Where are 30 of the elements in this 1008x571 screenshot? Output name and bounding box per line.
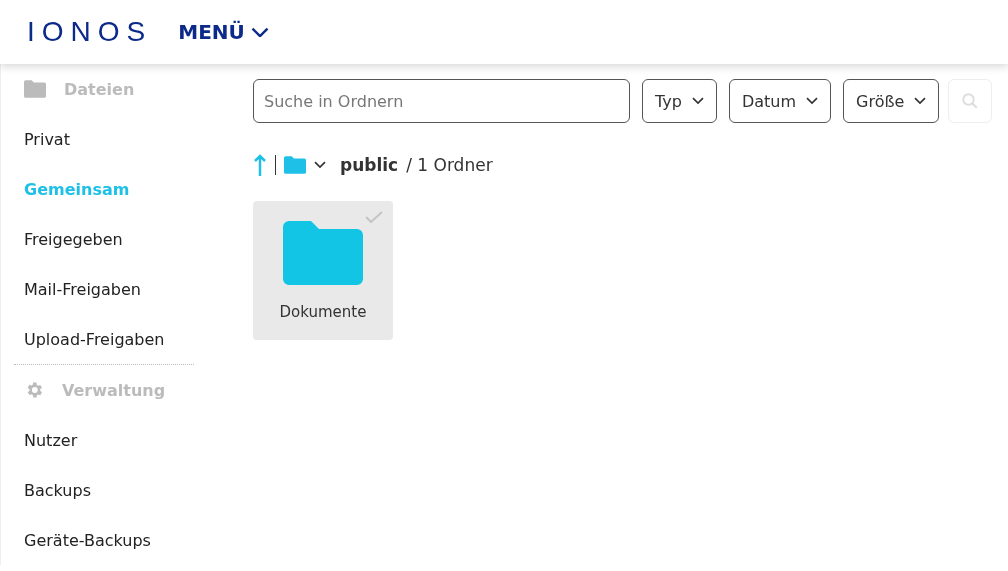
chevron-down-icon [691, 97, 704, 105]
section-title: Dateien [64, 79, 135, 99]
menu-button[interactable]: MENÜ [178, 20, 269, 44]
chevron-down-icon [314, 161, 326, 169]
chevron-down-icon [914, 97, 927, 105]
sidebar-item[interactable]: Mail-Freigaben [14, 264, 194, 314]
logo[interactable]: IONOS [27, 16, 153, 48]
sidebar-item[interactable]: Upload-Freigaben [14, 314, 194, 364]
filter-dropdown[interactable]: Typ [642, 79, 717, 123]
sidebar-item[interactable]: Nutzer [14, 415, 194, 465]
sidebar-item[interactable]: Geräte-Backups [14, 515, 194, 565]
search-field[interactable]: Suche in Ordnern [253, 79, 630, 123]
sidebar-item[interactable]: Backups [14, 465, 194, 515]
chevron-down-icon [806, 97, 819, 105]
folder-name: public [340, 155, 399, 175]
chevron-down-icon [250, 26, 269, 38]
folder-icon [284, 156, 306, 174]
sidebar-item[interactable]: Privat [14, 114, 194, 164]
search-icon [961, 92, 980, 110]
sidebar-item[interactable]: Freigegeben [14, 214, 194, 264]
folder-label: Dokumente [279, 303, 367, 321]
check-icon[interactable] [365, 211, 383, 223]
folder-icon [24, 80, 46, 98]
folder-tile[interactable]: Dokumente [253, 201, 393, 340]
filter-dropdown[interactable]: Größe [843, 79, 940, 123]
folder-count: / 1 Ordner [406, 155, 493, 175]
filter-dropdown[interactable]: Datum [728, 79, 832, 123]
up-arrow-icon[interactable] [253, 154, 267, 176]
folder-icon [283, 221, 363, 285]
section-title: Verwaltung [62, 380, 166, 400]
